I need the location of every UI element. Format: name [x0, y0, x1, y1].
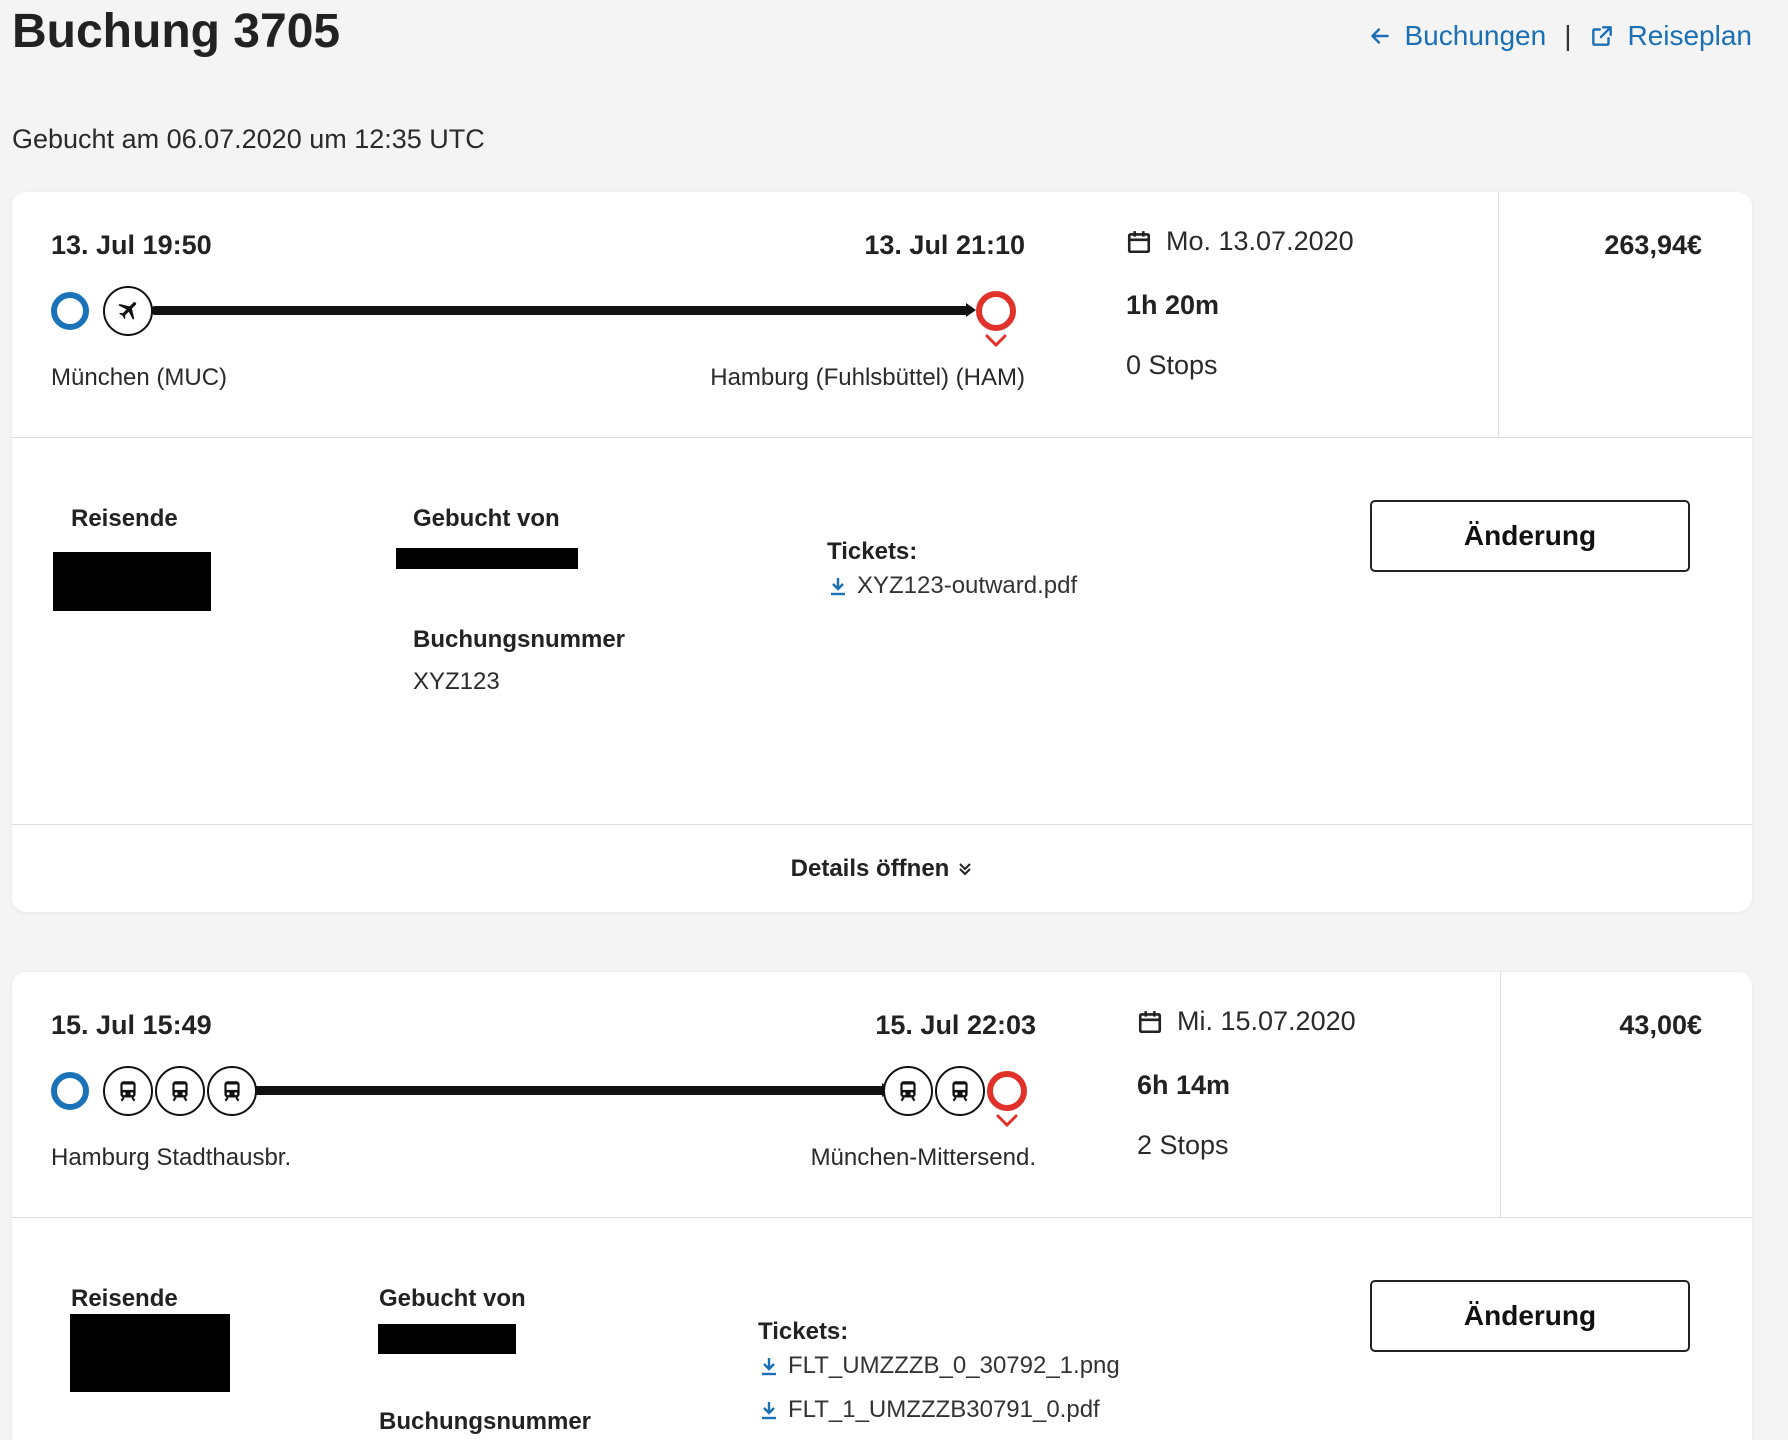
- route-line: [151, 306, 969, 315]
- change-booking-button[interactable]: Änderung: [1370, 500, 1690, 572]
- departure-time: 13. Jul 19:50: [51, 230, 212, 260]
- booked-by-redacted: [396, 548, 578, 569]
- journey-summary: 15. Jul 15:49 15. Jul 22:03 Hamburg Stad…: [12, 972, 1752, 1218]
- travel-duration: 6h 14m: [1137, 1070, 1231, 1100]
- back-to-bookings-link[interactable]: Buchungen: [1367, 20, 1547, 52]
- origin-place: München (MUC): [51, 364, 228, 391]
- plane-icon: [118, 302, 137, 320]
- open-details-link[interactable]: Details öffnen: [791, 855, 974, 883]
- train-icon: [172, 1081, 188, 1102]
- mode-icon-train: [883, 1066, 933, 1116]
- arrival-time: 15. Jul 22:03: [875, 1010, 1036, 1040]
- train-icon: [900, 1081, 916, 1102]
- download-icon: [831, 578, 845, 596]
- mode-icon-train: [103, 1066, 153, 1116]
- page-title: Buchung 3705: [12, 5, 341, 58]
- travellers-redacted: [53, 552, 211, 611]
- external-link-icon: [1592, 26, 1613, 46]
- chevron-down-icon: [985, 334, 1007, 348]
- price: 43,00€: [1619, 1010, 1702, 1040]
- price-divider: [1498, 192, 1499, 438]
- booking-number: XYZ123: [413, 668, 500, 695]
- travel-date-label: Mo. 13.07.2020: [1166, 226, 1354, 256]
- mode-icon-train: [207, 1066, 257, 1116]
- destination-place: Hamburg (Fuhlsbüttel) (HAM): [710, 364, 1025, 391]
- origin-place: Hamburg Stadthausbr.: [51, 1144, 292, 1171]
- departure-time: 15. Jul 15:49: [51, 1010, 212, 1040]
- ticket-download-link[interactable]: XYZ123-outward.pdf: [829, 572, 1077, 600]
- booking-number-label: Buchungsnummer: [413, 626, 626, 653]
- travellers-label: Reisende: [71, 505, 178, 532]
- download-icon: [762, 1358, 776, 1376]
- travel-date-label: Mi. 15.07.2020: [1177, 1006, 1356, 1036]
- back-to-bookings-label: Buchungen: [1404, 20, 1547, 51]
- destination-marker: [976, 291, 1016, 331]
- travel-duration: 1h 20m: [1126, 290, 1220, 320]
- train-icon: [120, 1081, 136, 1102]
- chevron-down-icon: [996, 1114, 1018, 1128]
- tickets-label: Tickets:: [827, 538, 918, 565]
- calendar-icon: [1138, 1010, 1162, 1033]
- train-icon: [952, 1081, 968, 1102]
- travel-date: Mo. 13.07.2020: [1126, 226, 1354, 257]
- price: 263,94€: [1604, 230, 1702, 260]
- train-icon: [224, 1081, 240, 1102]
- ticket-filename: FLT_UMZZZB_0_30792_1.png: [788, 1352, 1120, 1379]
- change-booking-button[interactable]: Änderung: [1370, 1280, 1690, 1352]
- travellers-redacted: [70, 1314, 230, 1392]
- destination-place: München-Mittersend.: [810, 1144, 1036, 1171]
- details-row: Details öffnen: [12, 824, 1752, 912]
- open-details-label: Details öffnen: [790, 854, 950, 882]
- stops-count: 0 Stops: [1126, 350, 1218, 380]
- booking-number-label: Buchungsnummer: [379, 1408, 592, 1435]
- arrow-left-icon: [1370, 28, 1389, 44]
- route-line: [251, 1086, 887, 1095]
- ticket-filename: XYZ123-outward.pdf: [857, 572, 1078, 599]
- mode-icon-train: [155, 1066, 205, 1116]
- origin-marker: [51, 1072, 89, 1110]
- header-separator: |: [1564, 20, 1572, 51]
- download-icon: [762, 1402, 776, 1420]
- double-chevron-down-icon: [959, 862, 972, 875]
- travel-date: Mi. 15.07.2020: [1137, 1006, 1356, 1037]
- price-divider: [1500, 972, 1501, 1218]
- mode-icon-train: [935, 1066, 985, 1116]
- stops-count: 2 Stops: [1137, 1130, 1229, 1160]
- booking-page: Buchung 3705 Buchungen | Reiseplan Gebuc…: [0, 0, 1788, 1440]
- ticket-download-link[interactable]: FLT_1_UMZZZB30791_0.pdf: [760, 1396, 1100, 1424]
- journey-summary: 13. Jul 19:50 13. Jul 21:10 München (MUC…: [12, 192, 1752, 438]
- tickets-label: Tickets:: [758, 1318, 849, 1345]
- arrival-time: 13. Jul 21:10: [864, 230, 1025, 260]
- itinerary-link[interactable]: Reiseplan: [1589, 20, 1752, 52]
- booked-by-label: Gebucht von: [379, 1285, 526, 1312]
- ticket-filename: FLT_1_UMZZZB30791_0.pdf: [788, 1396, 1100, 1423]
- route-arrow: [966, 303, 976, 317]
- mode-icon-plane: [103, 286, 153, 336]
- booking-card-return: 15. Jul 15:49 15. Jul 22:03 Hamburg Stad…: [12, 972, 1752, 1440]
- itinerary-label: Reiseplan: [1627, 20, 1752, 51]
- calendar-icon: [1127, 230, 1151, 253]
- ticket-download-link[interactable]: FLT_UMZZZB_0_30792_1.png: [760, 1352, 1120, 1380]
- destination-marker: [987, 1071, 1027, 1111]
- booked-by-redacted: [378, 1324, 516, 1354]
- header-links: Buchungen | Reiseplan: [1367, 20, 1752, 52]
- booked-by-label: Gebucht von: [413, 505, 560, 532]
- booking-card-outward: 13. Jul 19:50 13. Jul 21:10 München (MUC…: [12, 192, 1752, 912]
- booked-at-text: Gebucht am 06.07.2020 um 12:35 UTC: [12, 124, 485, 154]
- travellers-label: Reisende: [71, 1285, 178, 1312]
- origin-marker: [51, 292, 89, 330]
